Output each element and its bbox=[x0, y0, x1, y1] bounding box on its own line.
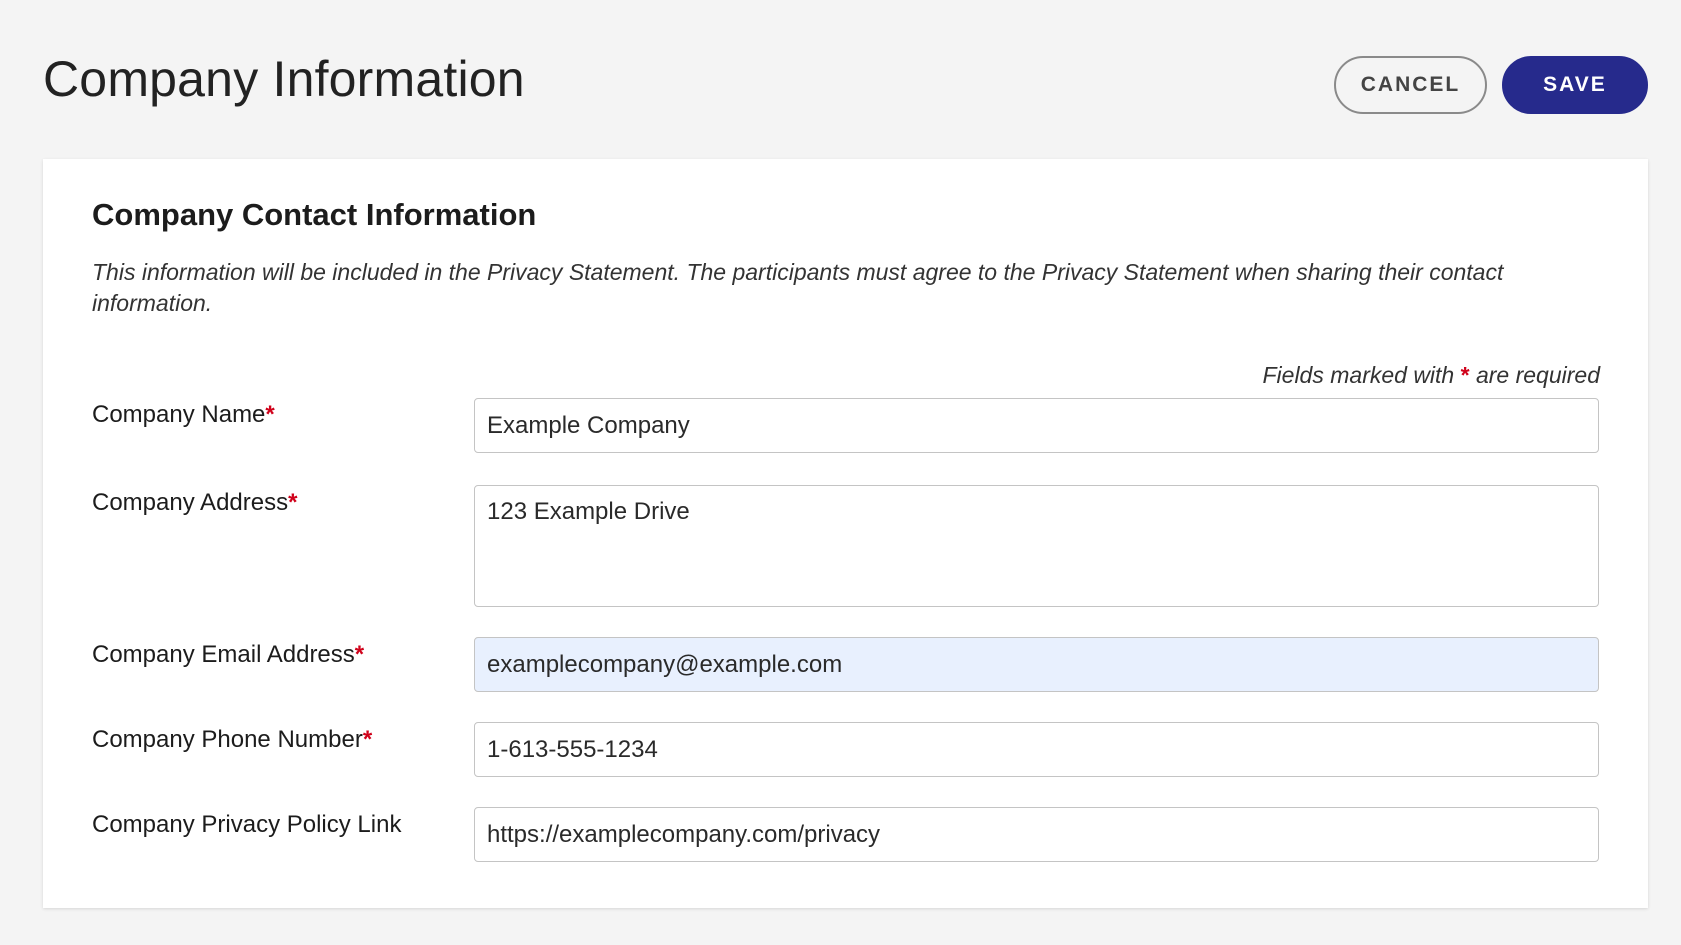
section-description: This information will be included in the… bbox=[92, 259, 1504, 316]
company-name-label: Company Name* bbox=[92, 401, 275, 429]
required-asterisk: * bbox=[265, 401, 275, 428]
required-asterisk: * bbox=[354, 641, 365, 668]
company-privacy-link-label-text: Company Privacy Policy Link bbox=[92, 811, 402, 838]
company-address-textarea[interactable]: 123 Example Drive bbox=[474, 485, 1599, 607]
company-phone-label-text: Company Phone Number bbox=[92, 726, 363, 753]
company-address-label-text: Company Address bbox=[92, 489, 289, 516]
required-note-asterisk: * bbox=[1460, 362, 1470, 388]
required-asterisk: * bbox=[288, 489, 298, 516]
page-title: Company Information bbox=[43, 51, 525, 107]
required-note-suffix: are required bbox=[1475, 362, 1600, 388]
required-asterisk: * bbox=[362, 726, 373, 753]
company-privacy-link-label: Company Privacy Policy Link bbox=[92, 811, 401, 839]
section-title: Company Contact Information bbox=[92, 197, 537, 232]
save-button[interactable]: SAVE bbox=[1502, 56, 1648, 114]
company-contact-card: Company Contact Information This informa… bbox=[43, 159, 1648, 908]
company-address-label: Company Address* bbox=[92, 489, 297, 517]
company-email-input[interactable] bbox=[474, 637, 1599, 692]
company-name-label-text: Company Name bbox=[92, 401, 266, 428]
company-email-label: Company Email Address* bbox=[92, 641, 364, 669]
required-fields-note: Fields marked with * are required bbox=[1263, 362, 1601, 389]
company-phone-input[interactable] bbox=[474, 722, 1599, 777]
company-email-label-text: Company Email Address bbox=[92, 641, 355, 668]
cancel-button[interactable]: CANCEL bbox=[1334, 56, 1487, 114]
required-note-prefix: Fields marked with bbox=[1262, 362, 1455, 388]
company-privacy-link-input[interactable] bbox=[474, 807, 1599, 862]
company-name-input[interactable] bbox=[474, 398, 1599, 453]
company-phone-label: Company Phone Number* bbox=[92, 726, 372, 754]
